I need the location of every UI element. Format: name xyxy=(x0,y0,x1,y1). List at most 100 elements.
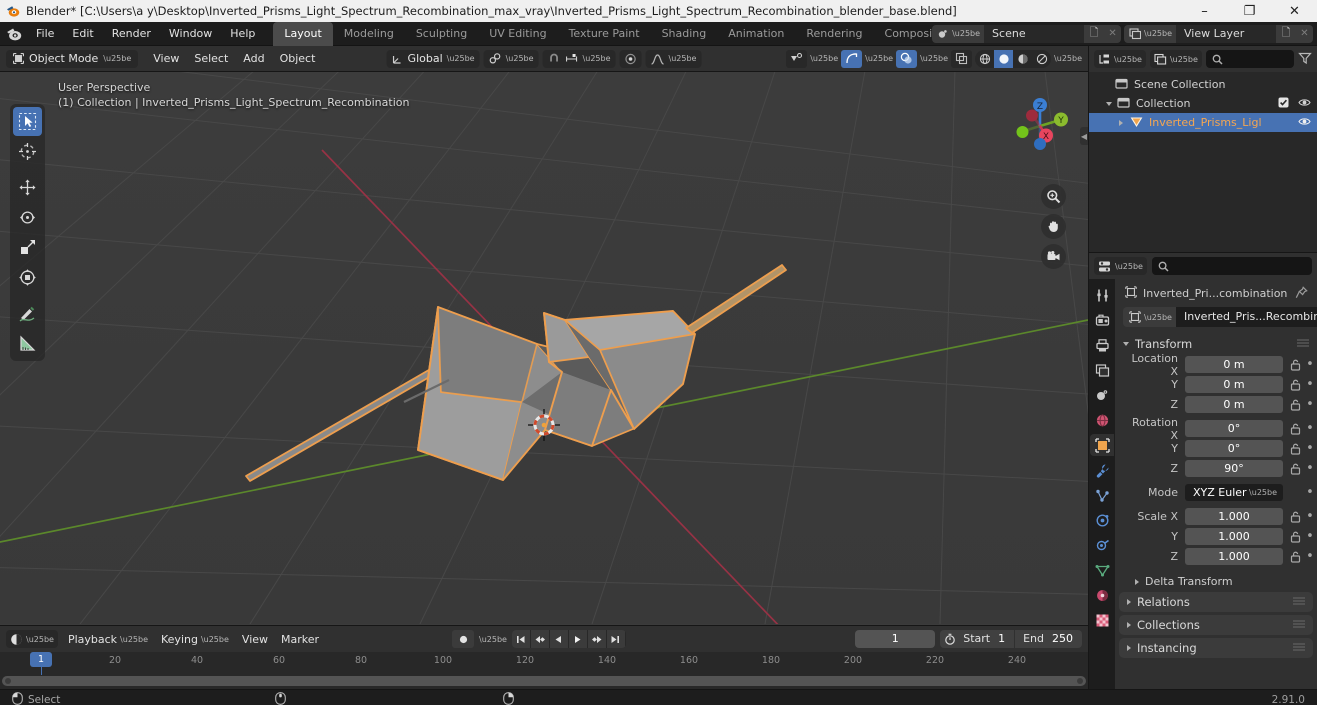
new-scene-icon[interactable]: 🗋 xyxy=(1084,24,1105,43)
tab-texture-paint[interactable]: Texture Paint xyxy=(558,22,651,46)
location-z-field[interactable]: 0 m xyxy=(1185,396,1283,413)
animate-dot-icon[interactable]: • xyxy=(1303,377,1317,392)
gizmo-chevron-down-icon[interactable]: \u25be xyxy=(865,54,893,63)
xray-toggle[interactable] xyxy=(951,49,973,68)
texture-tab-icon[interactable] xyxy=(1090,609,1114,631)
gizmo-toggle[interactable] xyxy=(841,49,863,68)
proportional-editing-toggle[interactable] xyxy=(619,49,642,68)
menu-help[interactable]: Help xyxy=(222,24,263,43)
viewport-menu-object[interactable]: Object xyxy=(273,49,323,68)
blender-menu-icon[interactable] xyxy=(0,26,28,42)
scene-selector[interactable]: \u25be Scene 🗋 ✕ xyxy=(932,24,1122,43)
timeline-menu-playback[interactable]: Playback \u25be xyxy=(62,630,154,649)
timeline-menu-marker[interactable]: Marker xyxy=(275,630,325,649)
animate-dot-icon[interactable]: • xyxy=(1303,509,1317,524)
object-mode-dropdown[interactable]: Object Mode \u25be xyxy=(6,49,139,68)
shading-wireframe[interactable] xyxy=(975,50,994,68)
animate-dot-icon[interactable]: • xyxy=(1303,485,1317,500)
shading-solid[interactable] xyxy=(994,49,1014,68)
tweak-tool-icon[interactable] xyxy=(13,107,42,136)
scene-tab-icon[interactable] xyxy=(1090,384,1114,406)
disclosure-triangle-right-icon[interactable] xyxy=(1127,622,1131,628)
lock-icon[interactable] xyxy=(1287,551,1303,563)
auto-keying-icon[interactable] xyxy=(452,630,474,648)
current-frame-field[interactable]: 1 xyxy=(855,630,936,648)
object-tab-icon[interactable] xyxy=(1090,434,1114,456)
editor-type-dropdown[interactable]: \u25be xyxy=(6,630,58,648)
scene-name[interactable]: Scene xyxy=(984,24,1085,43)
constraint-tab-icon[interactable] xyxy=(1090,534,1114,556)
panel-collapse-triangle-down-icon[interactable] xyxy=(1123,342,1129,346)
view-layer-icon[interactable]: \u25be xyxy=(1124,24,1176,43)
lock-icon[interactable] xyxy=(1287,463,1303,475)
viewport-sidebar-toggle[interactable]: ◀ xyxy=(1080,127,1088,145)
instancing-panel-header[interactable]: Instancing xyxy=(1119,638,1313,658)
remove-view-layer-icon[interactable]: ✕ xyxy=(1296,24,1313,43)
rotation-y-field[interactable]: 0° xyxy=(1185,440,1283,457)
overlays-toggle[interactable] xyxy=(896,49,918,68)
lock-icon[interactable] xyxy=(1287,531,1303,543)
delta-transform-subpanel[interactable]: Delta Transform xyxy=(1115,571,1317,592)
scale-x-field[interactable]: 1.000 xyxy=(1185,508,1283,525)
visibility-chevron-down-icon[interactable]: \u25be xyxy=(810,54,838,63)
rotation-x-field[interactable]: 0° xyxy=(1185,420,1283,437)
jump-to-end-button[interactable] xyxy=(606,630,625,648)
snap-magnet-group[interactable]: \u25be xyxy=(542,49,616,68)
animate-dot-icon[interactable]: • xyxy=(1303,421,1317,436)
object-name-field[interactable]: Inverted_Pris...Recombination xyxy=(1175,307,1317,327)
view-layer-name[interactable]: View Layer xyxy=(1176,24,1276,43)
lock-icon[interactable] xyxy=(1287,443,1303,455)
overlays-chevron-down-icon[interactable]: \u25be xyxy=(920,54,948,63)
pan-hand-icon[interactable] xyxy=(1041,214,1066,239)
view-layer-tab-icon[interactable] xyxy=(1090,359,1114,381)
lock-icon[interactable] xyxy=(1287,379,1303,391)
animate-dot-icon[interactable]: • xyxy=(1303,549,1317,564)
close-button[interactable]: ✕ xyxy=(1272,0,1317,22)
transform-orientation-dropdown[interactable]: Global \u25be xyxy=(386,49,480,68)
disclosure-triangle-down-icon[interactable] xyxy=(1103,101,1115,106)
jump-to-prev-keyframe-button[interactable] xyxy=(530,630,549,648)
collections-panel-header[interactable]: Collections xyxy=(1119,615,1313,635)
navigation-gizmo[interactable]: Z Y X xyxy=(1004,90,1076,162)
start-frame-value[interactable]: 1 xyxy=(996,630,1014,648)
viewport-menu-select[interactable]: Select xyxy=(187,49,235,68)
rotate-tool-icon[interactable] xyxy=(13,203,42,232)
disclosure-triangle-right-icon[interactable] xyxy=(1115,119,1127,126)
new-view-layer-icon[interactable]: 🗋 xyxy=(1276,24,1296,43)
3d-viewport[interactable]: User Perspective (1) Collection | Invert… xyxy=(0,72,1088,625)
tab-uv-editing[interactable]: UV Editing xyxy=(478,22,557,46)
animate-dot-icon[interactable]: • xyxy=(1303,441,1317,456)
transform-tool-icon[interactable] xyxy=(13,263,42,292)
scene-icon[interactable]: \u25be xyxy=(932,24,985,43)
data-tab-icon[interactable] xyxy=(1090,559,1114,581)
shading-chevron-down-icon[interactable]: \u25be xyxy=(1054,54,1082,63)
visibility-eye-icon[interactable] xyxy=(1298,97,1311,111)
camera-view-icon[interactable] xyxy=(1041,244,1066,269)
auto-keying-chevron-down-icon[interactable]: \u25be xyxy=(479,635,507,644)
measure-tool-icon[interactable] xyxy=(13,329,42,358)
viewport-menu-view[interactable]: View xyxy=(146,49,186,68)
tab-layout[interactable]: Layout xyxy=(273,21,333,46)
snap-target-dropdown[interactable]: \u25be xyxy=(483,49,539,68)
outliner-row-object[interactable]: Inverted_Prisms_Ligl xyxy=(1089,113,1317,132)
menu-file[interactable]: File xyxy=(28,24,62,43)
end-frame-value[interactable]: 250 xyxy=(1050,630,1082,648)
rotation-z-field[interactable]: 90° xyxy=(1185,460,1283,477)
falloff-dropdown[interactable]: \u25be xyxy=(645,49,702,68)
play-button[interactable] xyxy=(568,630,587,648)
jump-to-start-button[interactable] xyxy=(511,630,530,648)
scale-tool-icon[interactable] xyxy=(13,233,42,262)
unlink-scene-icon[interactable]: ✕ xyxy=(1104,24,1122,43)
modifier-tab-icon[interactable] xyxy=(1090,459,1114,481)
menu-window[interactable]: Window xyxy=(161,24,220,43)
animate-dot-icon[interactable]: • xyxy=(1303,529,1317,544)
scale-y-field[interactable]: 1.000 xyxy=(1185,528,1283,545)
scale-z-field[interactable]: 1.000 xyxy=(1185,548,1283,565)
properties-search-input[interactable] xyxy=(1151,257,1312,275)
exclude-checkbox[interactable] xyxy=(1278,97,1289,111)
outliner-display-mode-dropdown[interactable]: \u25be xyxy=(1149,50,1202,68)
physics-tab-icon[interactable] xyxy=(1090,509,1114,531)
tool-tab-icon[interactable] xyxy=(1090,284,1114,306)
outliner-row-scene-collection[interactable]: Scene Collection xyxy=(1089,75,1317,94)
outliner-editor-type-dropdown[interactable]: \u25be xyxy=(1094,50,1146,68)
